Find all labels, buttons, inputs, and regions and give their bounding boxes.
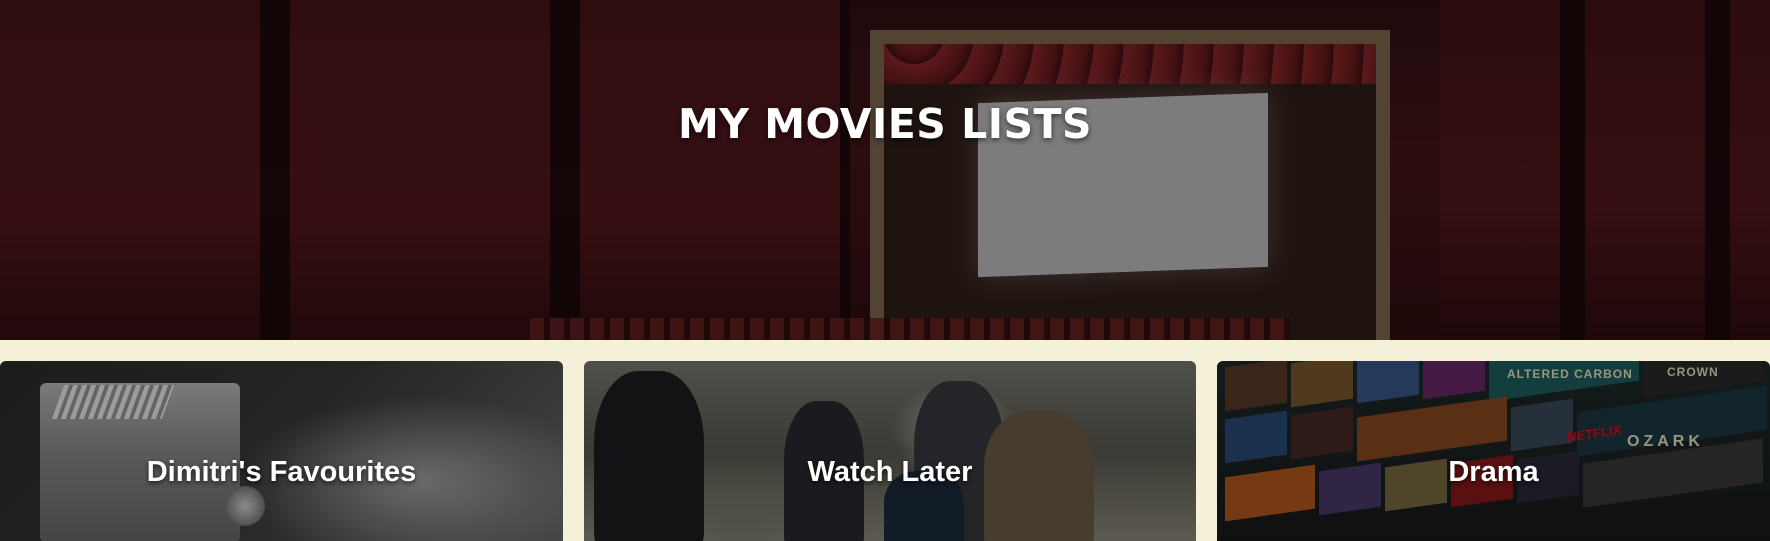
list-card-favourites[interactable]: Dimitri's Favourites — [0, 361, 563, 541]
card-overlay — [1217, 361, 1770, 541]
hero-overlay — [0, 0, 1770, 340]
list-card-title: Dimitri's Favourites — [146, 456, 417, 488]
list-card-title: Watch Later — [807, 456, 973, 488]
list-card-title: Drama — [1448, 456, 1539, 488]
list-card-watch-later[interactable]: Watch Later — [584, 361, 1196, 541]
page-title: MY MOVIES LISTS — [677, 100, 1093, 148]
list-card-drama[interactable]: NETFLIX ALTERED CARBON CROWN OZARK Drama — [1217, 361, 1770, 541]
card-overlay — [584, 361, 1196, 541]
movie-lists-grid: Dimitri's Favourites Watch Later NETFLIX… — [0, 361, 1770, 541]
card-overlay — [0, 361, 563, 541]
hero-banner: MY MOVIES LISTS — [0, 0, 1770, 340]
